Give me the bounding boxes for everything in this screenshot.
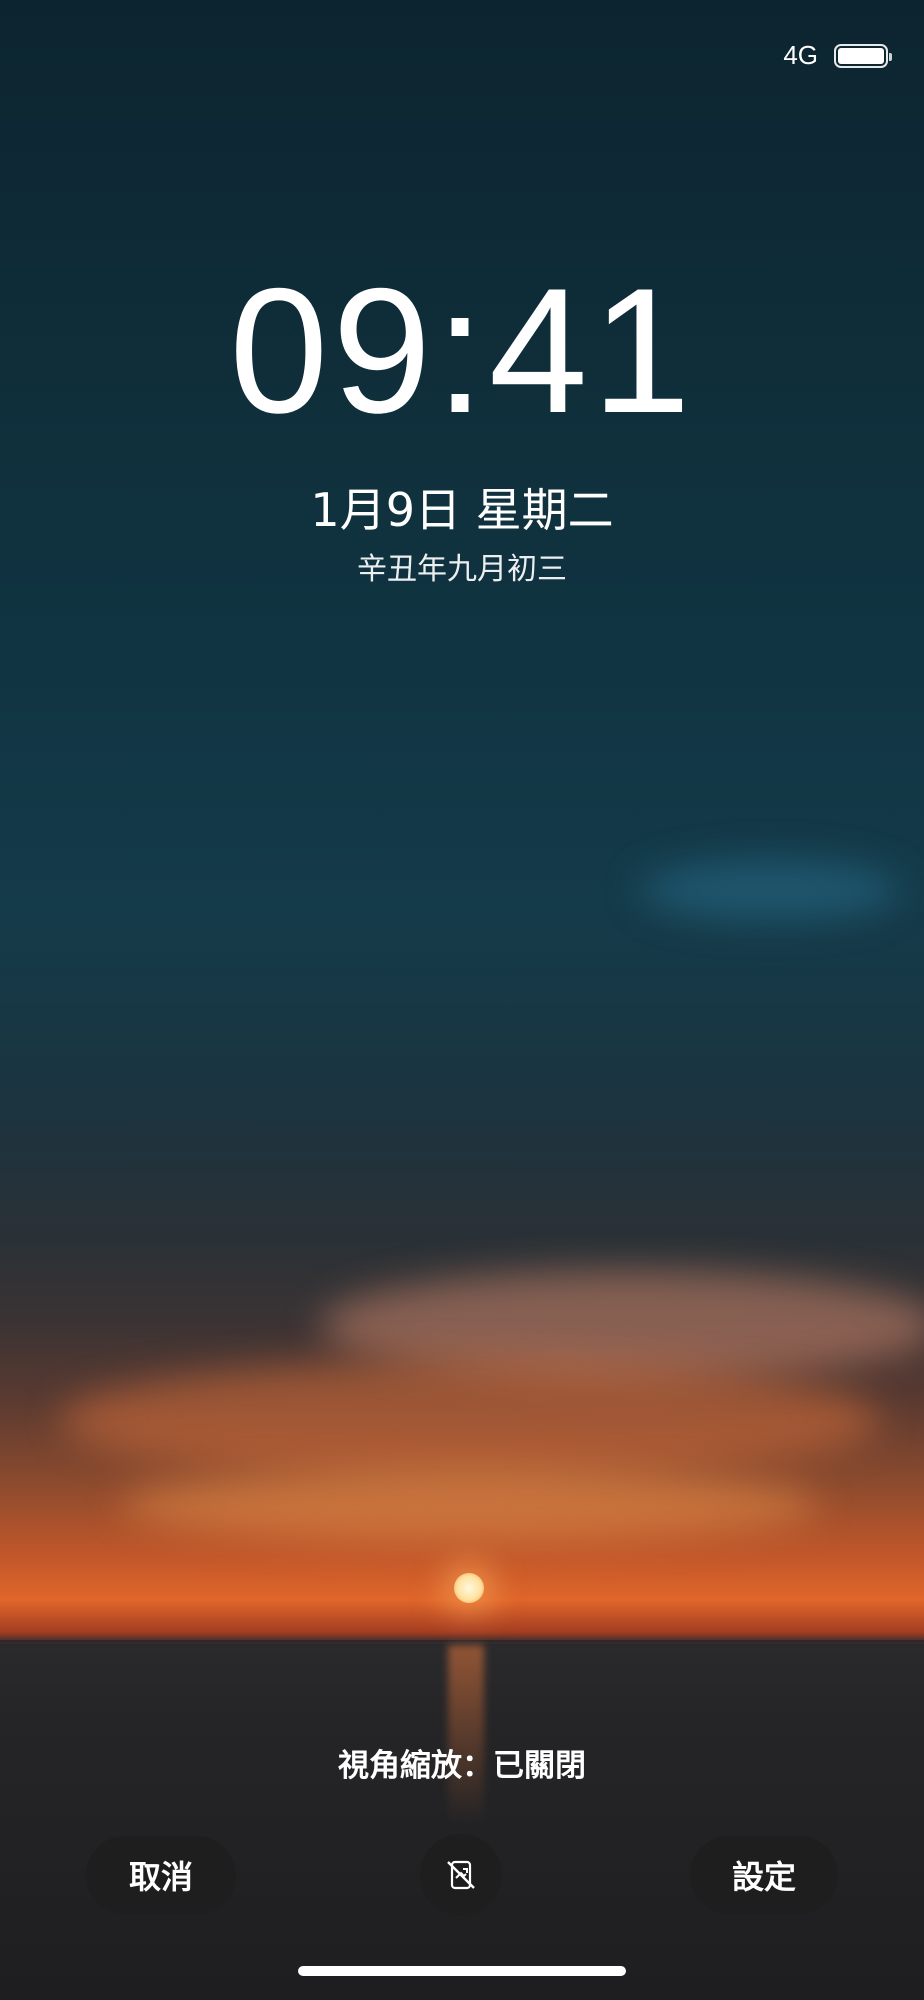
settings-button[interactable]: 設定 <box>690 1836 838 1914</box>
perspective-zoom-toggle-button[interactable] <box>420 1834 502 1916</box>
sun <box>454 1573 484 1603</box>
cloud <box>120 1470 820 1540</box>
cloud <box>640 860 900 920</box>
horizon-line <box>0 1640 924 1642</box>
battery-tip <box>889 52 892 61</box>
cancel-button[interactable]: 取消 <box>86 1836 236 1914</box>
network-indicator: 4G <box>783 40 818 70</box>
perspective-zoom-off-icon <box>447 1860 475 1890</box>
cloud <box>60 1360 880 1480</box>
perspective-zoom-status: 視角縮放：已關閉 <box>338 1748 586 1784</box>
home-indicator[interactable] <box>298 1966 626 1976</box>
lock-screen-preview: 4G 09:41 1月9日 星期二 辛丑年九月初三 視角縮放：已關閉 取消 設定 <box>0 0 924 2000</box>
lunar-date: 辛丑年九月初三 <box>357 552 567 587</box>
lock-clock: 09:41 <box>229 251 695 450</box>
status-bar: 4G <box>783 40 892 71</box>
lock-date: 1月9日 星期二 <box>310 483 614 537</box>
battery-fill <box>838 47 884 64</box>
battery-icon <box>834 43 892 68</box>
sun-reflection <box>448 1645 484 1825</box>
